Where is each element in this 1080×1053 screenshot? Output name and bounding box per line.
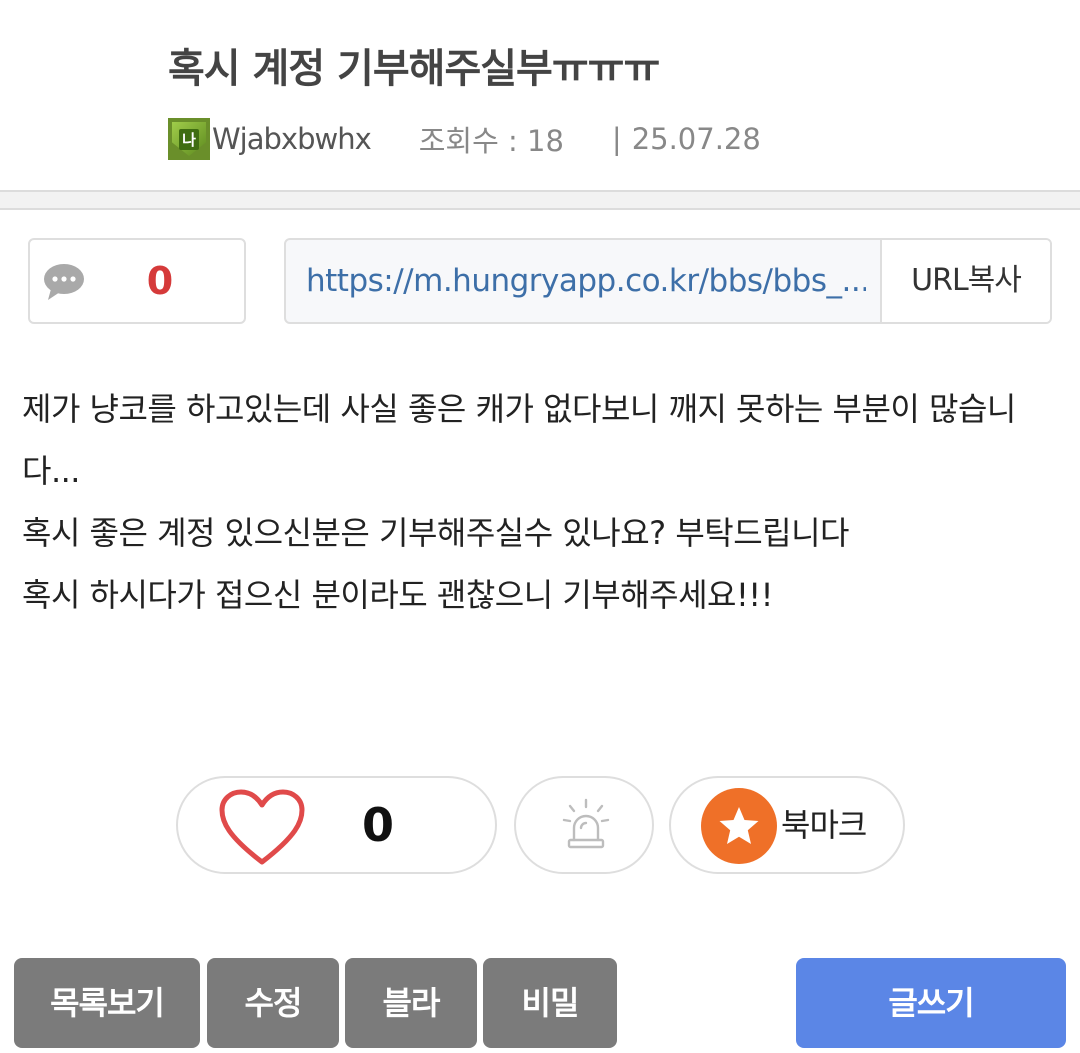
secret-button[interactable]: 비밀	[483, 958, 617, 1048]
level-badge-icon: 나	[168, 118, 210, 160]
heart-icon	[219, 789, 305, 865]
list-button[interactable]: 목록보기	[14, 958, 200, 1048]
speech-bubble-icon	[44, 264, 84, 300]
level-badge-text: 나	[179, 128, 199, 150]
post-url[interactable]: https://m.hungryapp.co.kr/bbs/bbs_...	[306, 240, 866, 322]
comment-count: 0	[146, 259, 174, 303]
like-count: 0	[361, 798, 394, 852]
content-line: 제가 냥코를 하고있는데 사실 좋은 캐가 없다보니 깨지 못하는 부분이 많습…	[22, 390, 1016, 490]
like-button[interactable]: 0	[176, 776, 497, 874]
header-divider	[0, 190, 1080, 210]
view-count: 조회수 : 18	[418, 124, 564, 158]
post-date: 25.07.28	[631, 122, 761, 156]
author-name[interactable]: Wjabxbwhx	[212, 122, 372, 156]
post-title: 혹시 계정 기부해주실부ㅠㅠㅠ	[168, 46, 660, 92]
siren-icon	[562, 798, 610, 849]
blur-button[interactable]: 블라	[345, 958, 477, 1048]
url-copy-button[interactable]: URL복사	[880, 240, 1050, 322]
content-line: 혹시 하시다가 접으신 분이라도 괜찮으니 기부해주세요!!!	[22, 576, 773, 614]
url-share-box: https://m.hungryapp.co.kr/bbs/bbs_... UR…	[284, 238, 1052, 324]
post-meta: 나 Wjabxbwhx 조회수 : 18 | 25.07.28	[168, 117, 761, 161]
bookmark-label: 북마크	[781, 806, 867, 844]
post-content: 제가 냥코를 하고있는데 사실 좋은 캐가 없다보니 깨지 못하는 부분이 많습…	[22, 378, 1062, 626]
report-button[interactable]	[514, 776, 654, 874]
write-button[interactable]: 글쓰기	[796, 958, 1066, 1048]
bookmark-button[interactable]: 북마크	[669, 776, 905, 874]
star-icon	[701, 788, 777, 864]
meta-separator: |	[611, 122, 622, 156]
comment-count-button[interactable]: 0	[28, 238, 246, 324]
edit-button[interactable]: 수정	[207, 958, 339, 1048]
content-line: 혹시 좋은 계정 있으신분은 기부해주실수 있나요? 부탁드립니다	[22, 514, 849, 552]
post-header: 혹시 계정 기부해주실부ㅠㅠㅠ 나 Wjabxbwhx 조회수 : 18 | 2…	[0, 0, 1080, 190]
